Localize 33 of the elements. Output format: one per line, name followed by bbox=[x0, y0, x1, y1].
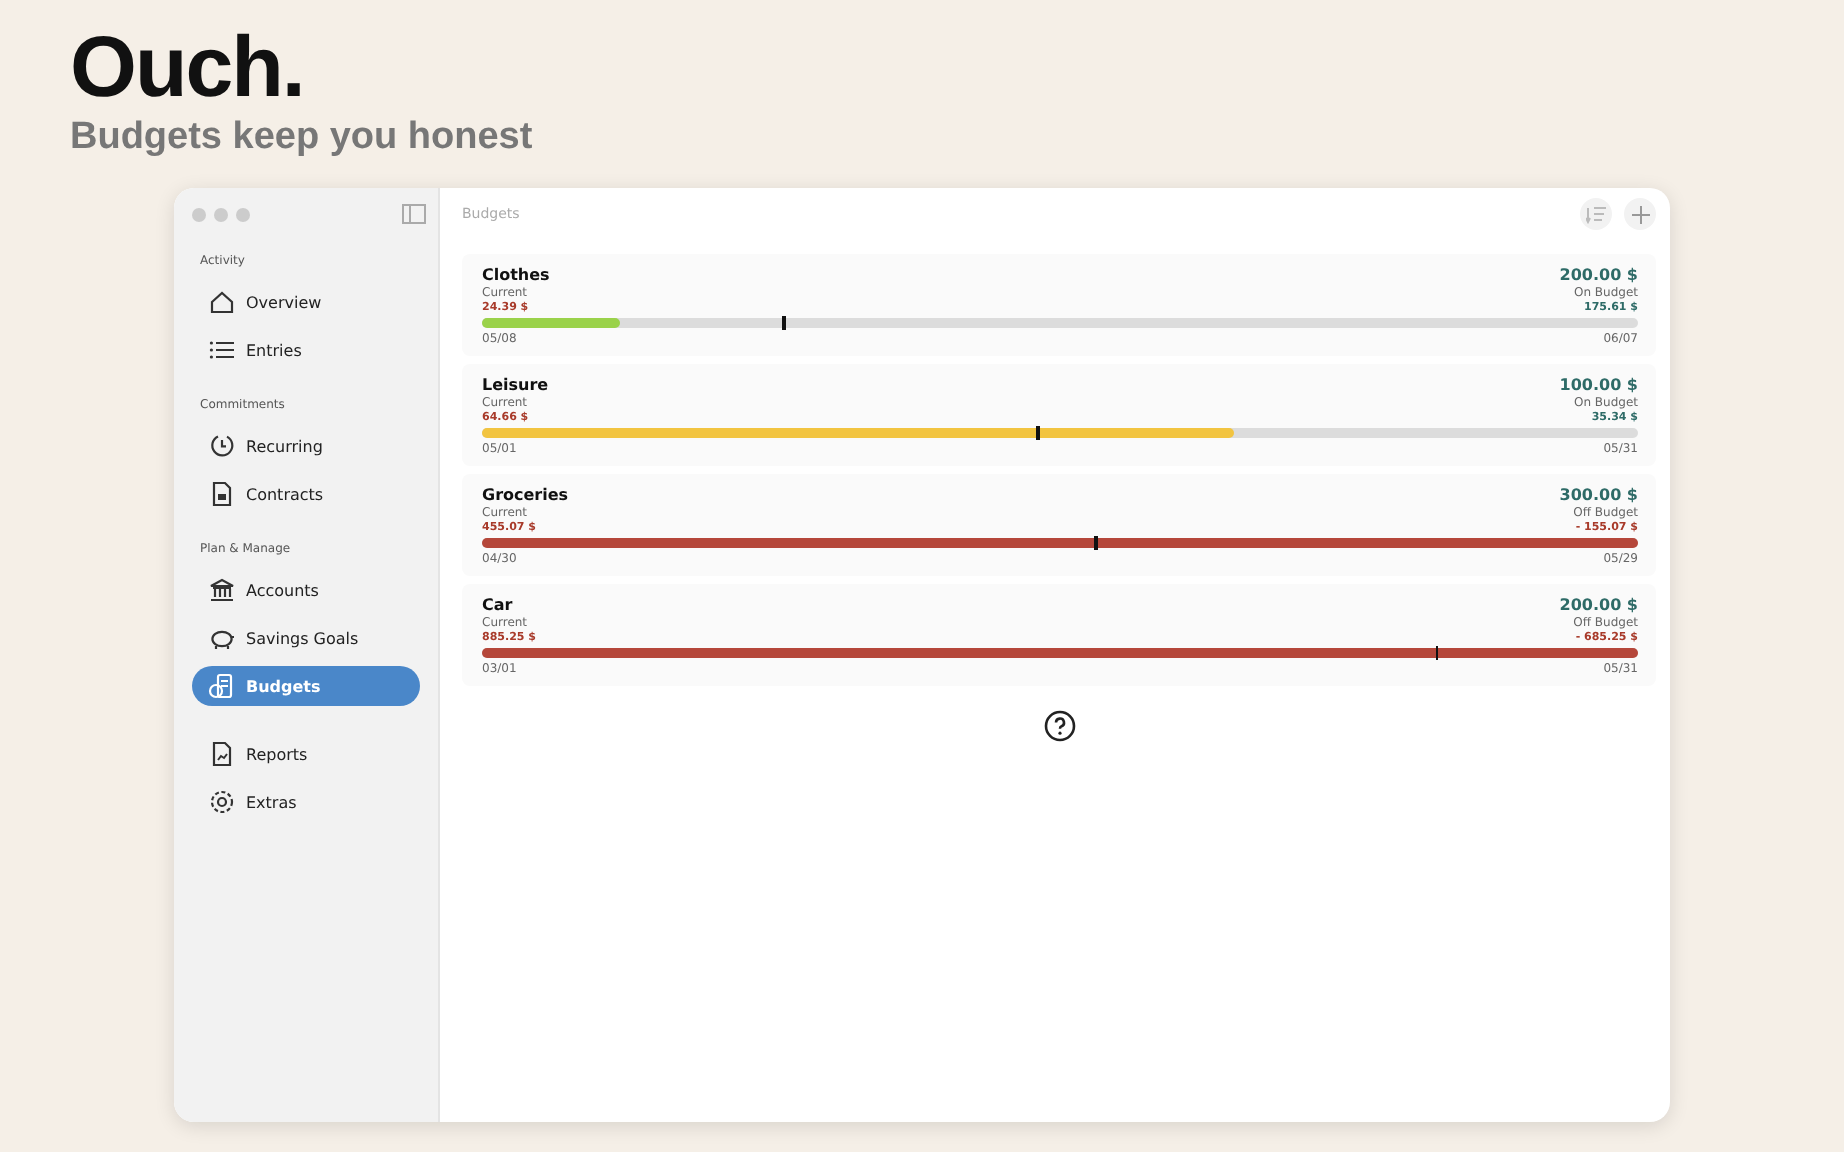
budget-name: Groceries bbox=[482, 486, 569, 504]
add-button[interactable] bbox=[1624, 198, 1656, 230]
sidebar-item[interactable]: Budgets bbox=[192, 666, 420, 706]
budget-name: Clothes bbox=[482, 266, 550, 284]
budget-name: Car bbox=[482, 596, 513, 614]
sidebar-item[interactable]: Contracts bbox=[192, 474, 420, 514]
sort-icon bbox=[1586, 205, 1606, 223]
plus-icon bbox=[1631, 205, 1649, 223]
coins-icon bbox=[208, 672, 236, 700]
sidebar-item[interactable]: Accounts bbox=[192, 570, 420, 610]
help-icon[interactable] bbox=[1043, 710, 1075, 742]
sidebar-item[interactable]: Reports bbox=[192, 734, 420, 774]
bank-icon bbox=[208, 576, 236, 604]
budget-amount: 200.00 $ bbox=[1559, 596, 1638, 614]
budget-amount: 100.00 $ bbox=[1559, 376, 1638, 394]
sidebar-item[interactable]: Recurring bbox=[192, 426, 420, 466]
sort-button[interactable] bbox=[1580, 198, 1612, 230]
chart-document-icon bbox=[208, 740, 236, 768]
sidebar-toggle-icon[interactable] bbox=[402, 204, 426, 224]
document-icon bbox=[208, 480, 236, 508]
house-icon bbox=[208, 288, 236, 316]
sidebar-item[interactable]: Overview bbox=[192, 282, 420, 322]
sidebar-item[interactable]: Savings Goals bbox=[192, 618, 420, 658]
settings-icon bbox=[208, 788, 236, 816]
timer-icon bbox=[208, 432, 236, 460]
sidebar-item[interactable]: Extras bbox=[192, 782, 420, 822]
list-icon bbox=[208, 336, 236, 364]
budget-amount: 300.00 $ bbox=[1559, 486, 1638, 504]
budget-amount: 200.00 $ bbox=[1559, 266, 1638, 284]
headline: Ouch. bbox=[70, 24, 304, 112]
sidebar-item[interactable]: Entries bbox=[192, 330, 420, 370]
budget-name: Leisure bbox=[482, 376, 549, 394]
subtitle: Budgets keep you honest bbox=[70, 116, 533, 160]
